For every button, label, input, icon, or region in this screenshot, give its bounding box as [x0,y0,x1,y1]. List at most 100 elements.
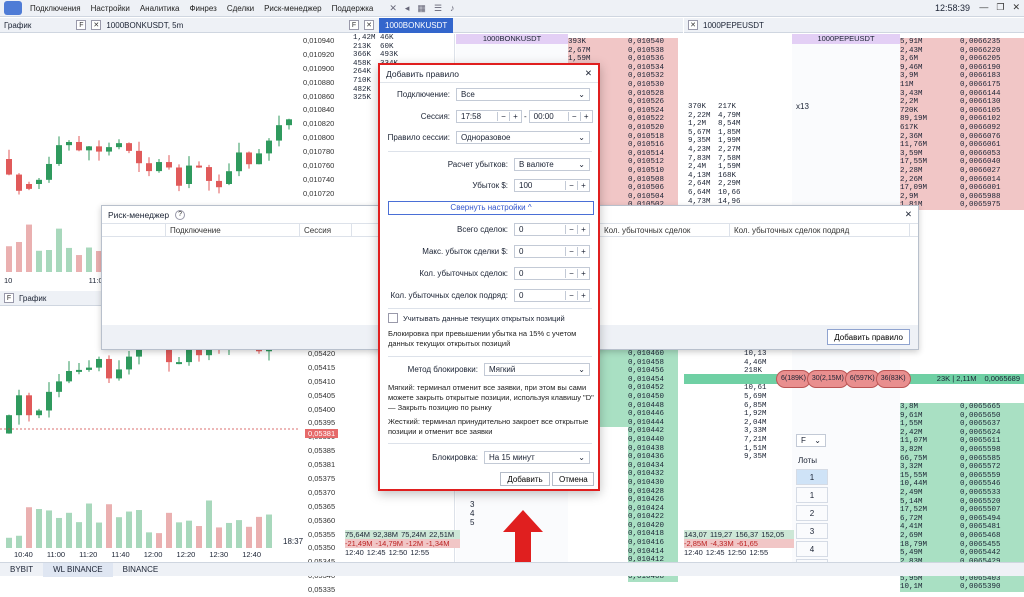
ask-price: 0,010516 [628,141,678,150]
loss-input[interactable]: 100− + [514,179,590,192]
right-ask-volumes: 5,91M 2,43M 3,6M 9,46M 3,9M 11M 3,43M 2,2M 720K 8… [900,38,960,210]
tab-bybit[interactable]: BYBIT [0,563,43,577]
hard-note: Жесткий: терминал принудительно закроет … [388,417,589,436]
red-up-arrow-icon [503,510,543,562]
ask-volume: 720K [900,106,960,116]
cancel-button[interactable]: Отмена [552,472,594,486]
loss-calc-select[interactable]: В валюте ⌄ [514,158,590,171]
help-icon[interactable]: ? [175,209,186,220]
candle-body [136,150,142,164]
max-loss-input[interactable]: 0− + [514,245,590,258]
tab-close-icon[interactable]: ✕ [364,20,374,30]
bid-price: 0,0065455 [960,540,1024,550]
total-trades-input[interactable]: 0− + [514,223,590,236]
menu-risk-manager[interactable]: Риск-менеджер [264,4,322,13]
ask-price: 0,010514 [628,149,678,159]
col-losing-row: Кол. убыточных сделок подряд [730,224,910,236]
symbol-tab[interactable]: 1000BONKUSDT, 5m [106,21,183,30]
sound-icon[interactable]: ♪ [450,3,455,14]
tab-binance[interactable]: BINANCE [113,563,169,577]
symbol-tab-active[interactable]: 1000BONKUSDT [379,17,454,33]
ask-volume: 11M [900,80,960,90]
bid-price: 0,010440 [628,435,678,445]
restore-icon[interactable]: ❐ [996,2,1004,13]
cluster-value: 4,13M [688,171,711,180]
ask-price: 0,010504 [628,192,678,202]
candle-body [276,125,282,141]
ask-price: 0,010510 [628,166,678,176]
session-to-input[interactable]: 00:00− + [528,110,593,123]
candle-body [216,180,222,188]
lot-option[interactable]: 2 [796,505,828,521]
menu-trades[interactable]: Сделки [227,4,254,13]
symbol-tab[interactable]: 1000PEPEUSDT [703,21,764,30]
menu-analytics[interactable]: Аналитика [140,4,180,13]
bid-price: 0,0065520 [960,497,1024,507]
menu-finres[interactable]: Финрез [189,4,216,13]
mute-icon[interactable]: ✕ [389,3,397,14]
lot-option[interactable]: 1 [796,487,828,503]
candle-body [66,370,72,382]
lots-list[interactable]: Лоты 112345 [796,454,828,575]
tab-close-icon[interactable]: ✕ [688,20,698,30]
close-icon[interactable]: ✕ [905,209,912,220]
menu-support[interactable]: Поддержка [332,4,374,13]
losing-trades-input[interactable]: 0− + [514,267,590,280]
ask-volume: 2,26M [900,175,960,185]
menu-connections[interactable]: Подключения [30,4,81,13]
session-from-input[interactable]: 17:58− + [456,110,522,123]
chart-tab[interactable]: График [4,21,31,30]
close-icon[interactable]: ✕ [1012,2,1020,13]
candle-body [196,165,202,168]
candle-body [26,395,32,416]
list-icon[interactable]: ☰ [434,3,442,14]
layout-icon[interactable]: ▦ [417,3,426,14]
close-icon[interactable]: ✕ [585,68,592,79]
bid-volume: 18,79M [900,540,960,550]
cluster-value: 46K [380,34,394,42]
cluster-value: 5,69M [744,392,767,401]
block-method-label: Метод блокировки: [407,365,478,374]
losing-row-input[interactable]: 0− + [514,289,590,302]
add-rule-button[interactable]: Добавить правило [827,329,910,345]
total-trades-label: Всего сделок: [457,225,508,234]
minimize-icon[interactable]: — [979,2,988,13]
ask-price: 0,0066076 [960,132,1024,142]
chart-tab[interactable]: График [19,294,46,303]
lot-option[interactable]: 1 [796,469,828,485]
menu-settings[interactable]: Настройки [91,4,130,13]
price-tick: 0,05335 [308,585,336,595]
ask-price: 0,010532 [628,72,678,81]
connection-label: Подключение: [397,90,450,99]
stat-value: 92,38M [373,530,399,539]
volume-icon[interactable]: ◂ [405,3,410,14]
ask-price: 0,0066040 [960,158,1024,167]
open-positions-label: Учитывать данные текущих открытых позици… [403,313,565,323]
price-tick: 0,010920 [303,49,335,59]
session-rule-select[interactable]: Одноразовое ⌄ [456,131,590,144]
ask-volume: 3,9M [900,72,960,81]
connection-select[interactable]: Все ⌄ [456,88,590,101]
stat-value: 152,05 [761,530,785,539]
lot-option[interactable]: 3 [796,523,828,539]
ask-price: 0,010508 [628,175,678,185]
tab-close-icon[interactable]: ✕ [91,20,102,30]
time-tick: 11:00 [46,550,66,559]
lot-option[interactable]: 4 [796,541,828,557]
ask-volume: 17,09M [900,184,960,193]
tab-wl-binance[interactable]: WL BINANCE [43,562,113,577]
type-select[interactable]: F ⌄ [796,434,826,447]
block-method-select[interactable]: Мягкий ⌄ [484,363,590,376]
open-positions-checkbox[interactable] [388,313,398,323]
candle-body [66,141,72,146]
add-button[interactable]: Добавить [500,472,550,486]
blocking-select[interactable]: На 15 минут ⌄ [484,451,590,464]
candle-body [176,167,182,186]
cluster-value: 1,51M [744,444,767,453]
candle-body [26,184,32,189]
lot-list[interactable]: 345 [470,500,490,527]
bid-volume: 5,95M [900,574,960,584]
collapse-settings-button[interactable]: Свернуть настройки ^ [388,201,594,215]
volume-bar [86,247,92,272]
bid-price: 0,0065637 [960,420,1024,429]
